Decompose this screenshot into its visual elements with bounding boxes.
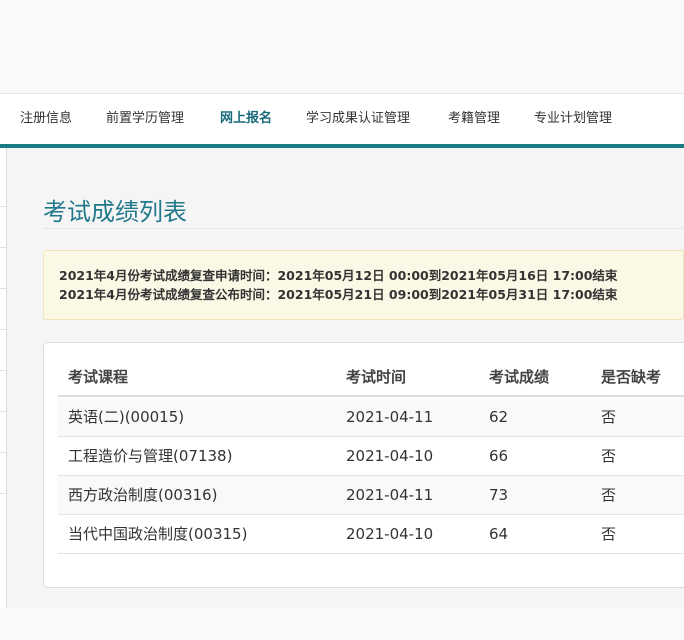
course-name: 西方政治制度(00316): [68, 486, 218, 504]
sidebar-divider: [0, 247, 6, 248]
absent-flag: 否: [601, 408, 617, 426]
exam-date: 2021-04-10: [346, 447, 434, 465]
exam-score: 66: [489, 447, 509, 465]
table-row: 西方政治制度(00316) 2021-04-11 73 否: [58, 476, 684, 515]
nav-item-major-plan[interactable]: 专业计划管理: [534, 94, 612, 144]
sidebar-divider: [0, 411, 6, 412]
review-notice: 2021年4月份考试成绩复查申请时间：2021年05月12日 00:00到202…: [43, 250, 684, 320]
sidebar-divider: [0, 288, 6, 289]
nav-item-prior-education[interactable]: 前置学历管理: [106, 94, 184, 144]
title-divider: [43, 228, 684, 229]
notice-application-period: 2021年4月份考试成绩复查申请时间：2021年05月12日 00:00到202…: [59, 268, 618, 283]
absent-flag: 否: [601, 486, 617, 504]
nav-item-exam-records[interactable]: 考籍管理: [448, 94, 500, 144]
column-header-absent: 是否缺考: [601, 368, 662, 386]
page-title: 考试成绩列表: [43, 198, 187, 226]
table-row: 英语(二)(00015) 2021-04-11 62 否: [58, 398, 684, 437]
table-row: 当代中国政治制度(00315) 2021-04-10 64 否: [58, 515, 684, 554]
column-header-exam-date: 考试时间: [346, 368, 407, 386]
main-content: 考试成绩列表 2021年4月份考试成绩复查申请时间：2021年05月12日 00…: [7, 148, 684, 608]
exam-date: 2021-04-11: [346, 408, 434, 426]
nav-item-online-registration[interactable]: 网上报名: [220, 94, 272, 144]
sidebar-divider: [0, 370, 6, 371]
sidebar-divider: [0, 493, 6, 494]
column-header-score: 考试成绩: [489, 368, 550, 386]
exam-score: 64: [489, 525, 509, 543]
scores-table-panel: 考试课程 考试时间 考试成绩 是否缺考 英语(二)(00015) 2021-04…: [43, 342, 684, 588]
sidebar-divider: [0, 329, 6, 330]
absent-flag: 否: [601, 447, 617, 465]
table-header-row: 考试课程 考试时间 考试成绩 是否缺考: [58, 358, 684, 397]
absent-flag: 否: [601, 525, 617, 543]
sidebar-edge: [0, 148, 7, 608]
course-name: 当代中国政治制度(00315): [68, 525, 248, 543]
exam-date: 2021-04-10: [346, 525, 434, 543]
notice-publication-period: 2021年4月份考试成绩复查公布时间：2021年05月21日 09:00到202…: [59, 287, 618, 302]
sidebar-divider: [0, 206, 6, 207]
table-row: 工程造价与管理(07138) 2021-04-10 66 否: [58, 437, 684, 476]
nav-item-learning-certification[interactable]: 学习成果认证管理: [306, 94, 410, 144]
nav-item-registration-info[interactable]: 注册信息: [20, 94, 72, 144]
exam-score: 62: [489, 408, 509, 426]
column-header-course: 考试课程: [68, 368, 129, 386]
course-name: 英语(二)(00015): [68, 408, 185, 426]
exam-date: 2021-04-11: [346, 486, 434, 504]
sidebar-divider: [0, 452, 6, 453]
exam-score: 73: [489, 486, 509, 504]
top-nav-bar: 注册信息 前置学历管理 网上报名 学习成果认证管理 考籍管理 专业计划管理: [0, 93, 684, 148]
course-name: 工程造价与管理(07138): [68, 447, 233, 465]
